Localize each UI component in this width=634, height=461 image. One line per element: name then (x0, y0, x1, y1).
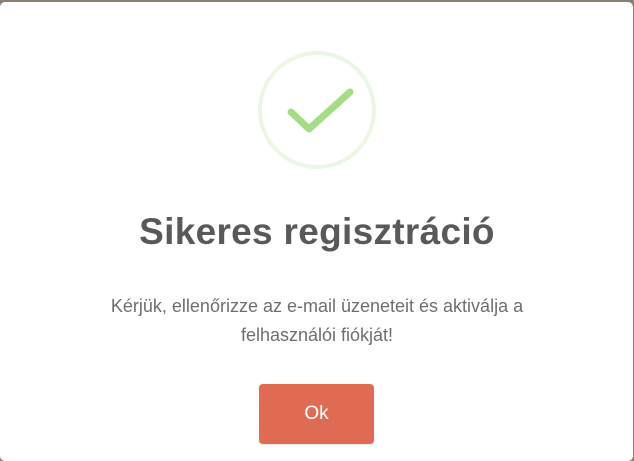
ok-button[interactable]: Ok (259, 384, 374, 444)
dialog-title: Sikeres regisztráció (139, 211, 495, 252)
success-dialog: Sikeres regisztráció Kérjük, ellenőrizze… (0, 2, 633, 461)
success-checkmark-icon (258, 51, 376, 169)
dialog-message-line-2: felhasználói fiókját! (240, 325, 394, 345)
dialog-message: Kérjük, ellenőrizze az e-mail üzeneteit … (40, 292, 594, 350)
dialog-message-line-1: Kérjük, ellenőrizze az e-mail üzeneteit … (110, 296, 524, 316)
